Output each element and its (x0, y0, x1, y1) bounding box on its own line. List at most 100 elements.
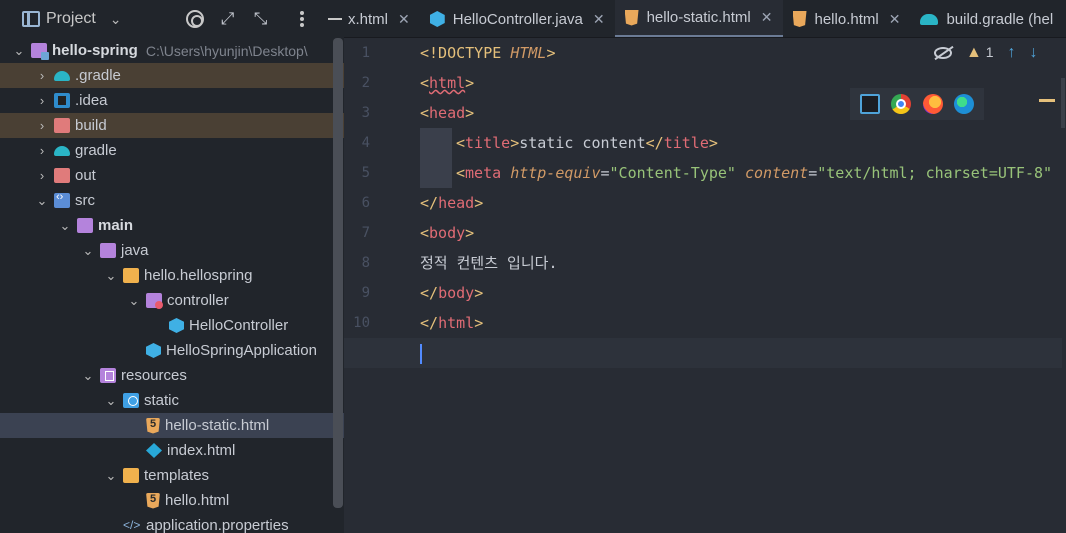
chevron-down-icon: ⌄ (105, 467, 117, 483)
tag-name: title (663, 134, 709, 152)
chevron-right-icon: › (39, 168, 45, 183)
line-number: 9 (361, 285, 370, 301)
code-line: <body> (420, 218, 1066, 248)
web-folder-icon (123, 393, 139, 408)
code-editor[interactable]: 1 2 3 4 5 6 7 8 9 10 11 <!DOCTYPE HTML> … (344, 38, 1066, 533)
tree-item-label: main (98, 217, 134, 234)
tree-item-label: .idea (75, 92, 108, 109)
line-number: 3 (361, 105, 370, 121)
warnings-count: 1 (985, 44, 994, 60)
tree-item-package[interactable]: ⌄ hello.hellospring (0, 263, 344, 288)
tree-item-idea[interactable]: › .idea (0, 88, 344, 113)
tag-name: head (438, 194, 475, 212)
properties-file-icon: </> (123, 518, 141, 532)
tag-name: head (429, 104, 466, 122)
tree-item-hellocontroller[interactable]: HelloController (0, 313, 344, 338)
collapse-all-button[interactable]: ⤡ (244, 0, 277, 38)
line-gutter: 1 2 3 4 5 6 7 8 9 10 11 (344, 38, 394, 368)
attribute-name: content (745, 164, 809, 182)
warnings-indicator[interactable]: ▲ 1 (966, 44, 994, 62)
tab-hello-static-html[interactable]: hello-static.html ✕ (614, 0, 783, 37)
intellij-icon[interactable] (859, 94, 880, 114)
select-opened-file-button[interactable] (178, 0, 211, 38)
tree-item-out[interactable]: › out (0, 163, 344, 188)
close-icon[interactable]: ✕ (398, 11, 410, 28)
project-panel: Project ⌄ ⤢ ⤡ ⌄ hello-spring C:\Users\hy… (0, 0, 344, 533)
tab-x-html[interactable]: x.html ✕ (344, 0, 420, 37)
tree-item-src[interactable]: ⌄ src (0, 188, 344, 213)
arrow-down-icon[interactable]: ↓ (1030, 44, 1038, 62)
tree-item-build[interactable]: › build (0, 113, 344, 138)
tag-bracket: < (420, 224, 430, 242)
text-content: static content (519, 134, 646, 152)
tree-item-hello-static-html[interactable]: hello-static.html (0, 413, 344, 438)
tree-item-templates[interactable]: ⌄ templates (0, 463, 344, 488)
excluded-folder-icon (54, 168, 70, 183)
attribute-name: http-equiv (510, 164, 601, 182)
tree-item-static[interactable]: ⌄ static (0, 388, 344, 413)
tab-build-gradle[interactable]: build.gradle (hel (910, 0, 1063, 37)
excluded-folder-icon (54, 118, 70, 133)
project-scrollbar[interactable] (333, 38, 343, 508)
tree-item-controller[interactable]: ⌄ controller (0, 288, 344, 313)
expand-icon: ⤢ (220, 9, 235, 28)
chrome-icon[interactable] (891, 94, 912, 114)
tag-bracket: > (474, 284, 484, 302)
tree-item-main[interactable]: ⌄ main (0, 213, 344, 238)
tree-item-label: out (75, 167, 96, 184)
firefox-icon[interactable] (922, 94, 943, 114)
editor-scrollbar[interactable] (1061, 78, 1065, 128)
tag-bracket: < (420, 104, 430, 122)
tree-item-label: resources (121, 367, 187, 384)
code-line: </body> (420, 278, 1066, 308)
equals-sign: = (808, 164, 818, 182)
more-icon (299, 11, 304, 27)
attribute-value: "text/html; charset=UTF-8" (817, 164, 1053, 182)
warning-marker[interactable] (1039, 99, 1055, 102)
edge-icon[interactable] (954, 94, 975, 114)
tree-item-application-properties[interactable]: </> application.properties (0, 513, 344, 533)
tree-item-label: controller (167, 292, 229, 309)
chevron-down-icon: ⌄ (36, 192, 48, 208)
code-line: </head> (420, 188, 1066, 218)
options-button[interactable] (285, 0, 318, 38)
tab-label: x.html (348, 10, 389, 28)
tag-name: meta (465, 164, 502, 182)
tab-hello-html[interactable]: hello.html ✕ (783, 0, 911, 37)
chevron-right-icon: › (39, 68, 45, 83)
chevron-down-icon: ⌄ (82, 242, 94, 258)
tag-bracket: < (456, 164, 466, 182)
eye-off-icon[interactable] (934, 47, 952, 59)
folder-icon (77, 218, 93, 233)
html-file-icon (146, 417, 160, 434)
tree-item-hello-html[interactable]: hello.html (0, 488, 344, 513)
project-view-selector[interactable]: Project ⌄ (22, 10, 122, 28)
tag-bracket: </ (420, 314, 439, 332)
tree-item-resources[interactable]: ⌄ resources (0, 363, 344, 388)
tag-name: title (465, 134, 511, 152)
close-icon[interactable]: ✕ (889, 11, 901, 28)
folder-icon (123, 468, 139, 483)
tab-hellocontroller-java[interactable]: HelloController.java ✕ (420, 0, 615, 37)
doctype-keyword: <!DOCTYPE (420, 44, 502, 62)
java-source-folder-icon (100, 243, 116, 258)
close-icon[interactable]: ✕ (593, 11, 605, 28)
close-icon[interactable]: ✕ (761, 9, 773, 26)
arrow-up-icon[interactable]: ↑ (1008, 44, 1016, 62)
line-number: 8 (361, 255, 370, 271)
tree-item-hello-spring[interactable]: ⌄ hello-spring C:\Users\hyunjin\Desktop\ (0, 38, 344, 63)
chevron-down-icon: ⌄ (105, 392, 117, 408)
tree-item-label: static (144, 392, 180, 409)
tree-item-gradle[interactable]: › gradle (0, 138, 344, 163)
tree-item-java[interactable]: ⌄ java (0, 238, 344, 263)
html-file-icon (792, 11, 807, 27)
tree-item-gradle-dir[interactable]: › .gradle (0, 63, 344, 88)
tree-item-hellospringapplication[interactable]: HelloSpringApplication (0, 338, 344, 363)
hide-panel-button[interactable] (318, 0, 344, 38)
project-tree: ⌄ hello-spring C:\Users\hyunjin\Desktop\… (0, 38, 344, 533)
module-folder-icon (31, 43, 49, 60)
java-class-icon (429, 11, 445, 27)
expand-all-button[interactable]: ⤢ (211, 0, 244, 38)
browser-preview-popup (850, 88, 984, 120)
tree-item-index-html[interactable]: index.html (0, 438, 344, 463)
